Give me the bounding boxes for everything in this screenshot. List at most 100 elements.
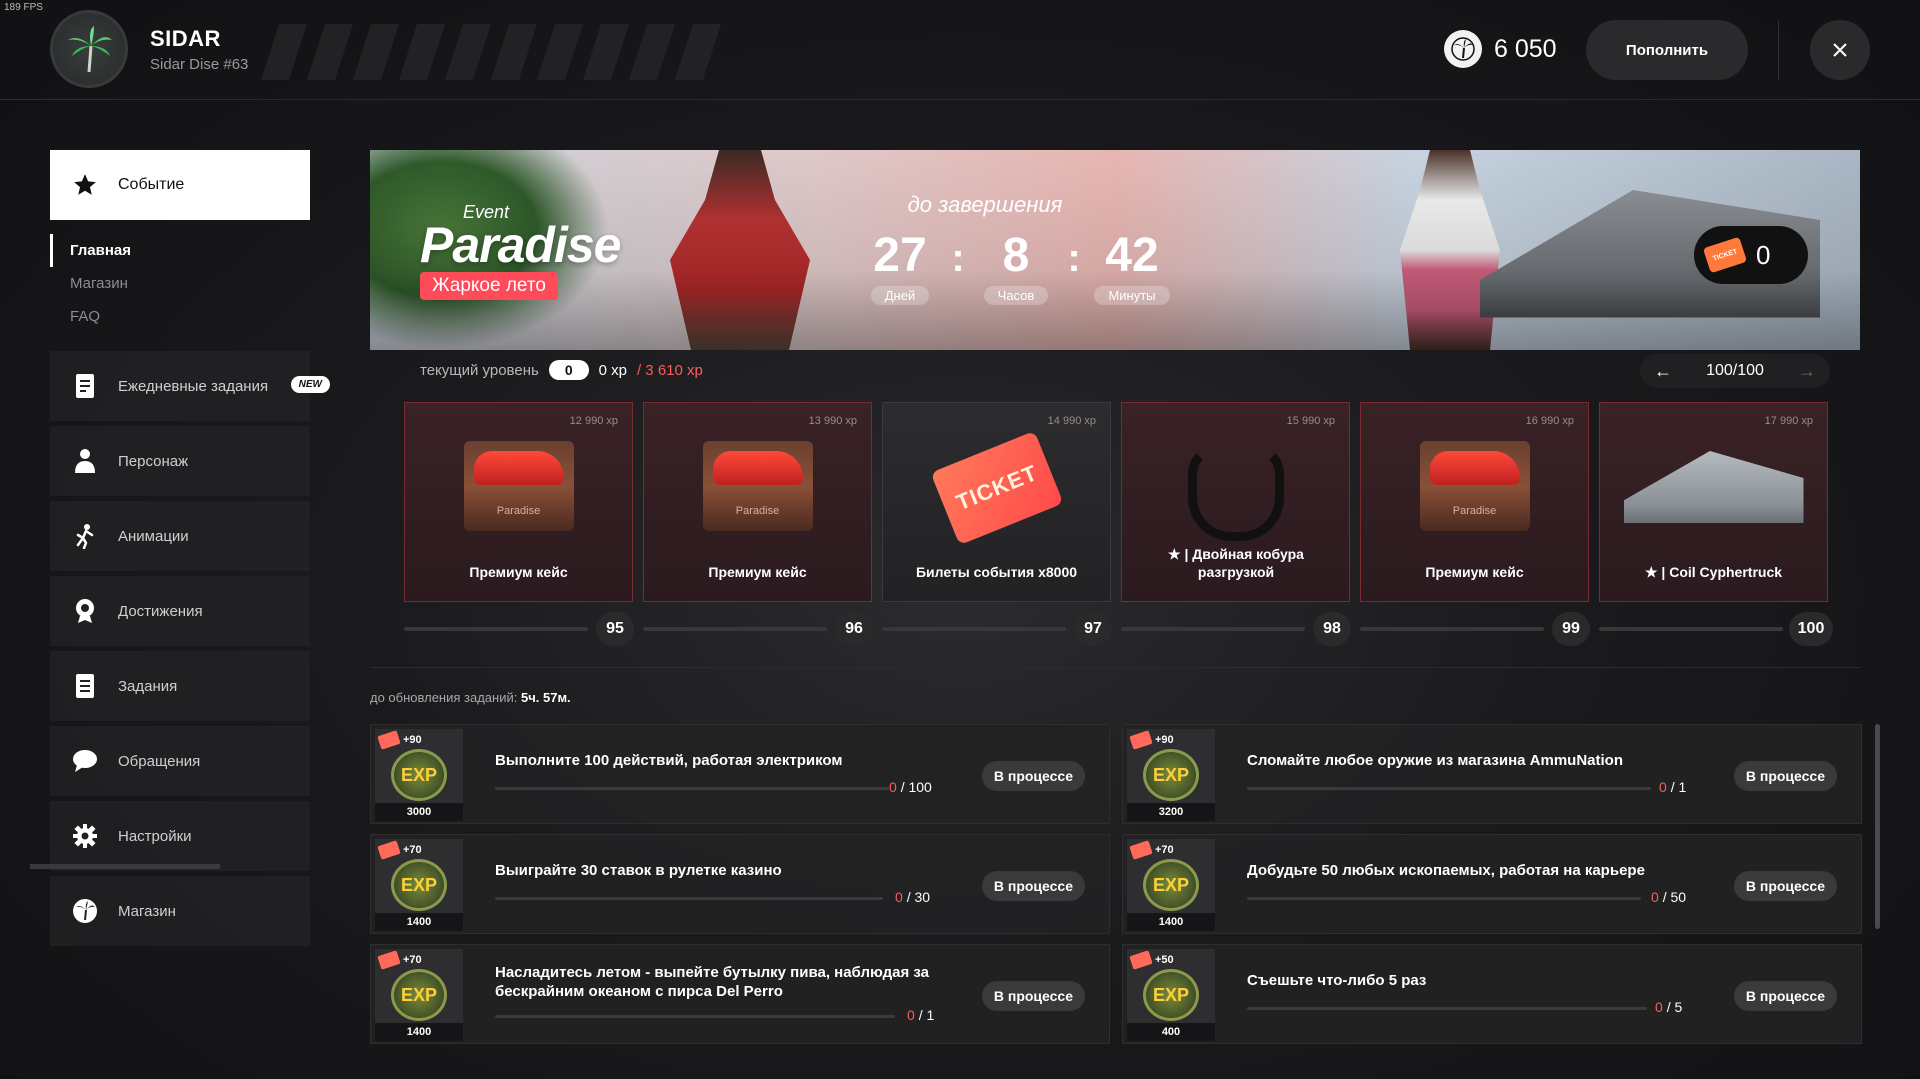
task-status-button[interactable]: В процессе [1733,871,1837,901]
task-title: Добудьте 50 любых ископаемых, работая на… [1247,862,1645,879]
ticket-icon [377,950,401,970]
palm-icon [68,26,112,73]
arrow-right-icon[interactable]: → [1798,361,1816,382]
level-value: 0 [548,360,589,380]
ticket-count: 0 [1756,239,1771,270]
close-button[interactable] [1810,20,1870,80]
character-woman-image [670,150,810,350]
dance-icon [72,523,98,549]
sidebar-item-animations[interactable]: Анимации [50,501,310,571]
ticket-icon [1129,730,1153,750]
task-status-button[interactable]: В процессе [981,981,1085,1011]
countdown-title: до завершения [907,192,1063,217]
exp-icon: EXP [1143,859,1199,911]
new-badge: NEW [290,376,330,393]
pager-value: 100/100 [1706,362,1764,379]
task-progress-bar [495,1015,895,1018]
ticket-icon: TICKET [1702,236,1748,274]
level-node: 96 [835,612,873,646]
reward-name: Премиум кейс [1425,564,1524,580]
task-progress: 0 / 50 [1651,889,1687,905]
countdown: 27 Дней : 8 Часов : 42 Минуты [860,230,1172,305]
ticket-icon [377,730,401,750]
exp-reward-badge: +70 EXP 1400 [375,839,463,931]
close-icon [1833,43,1847,57]
header-decoration [260,24,722,80]
reward-card[interactable]: 16 990 xp Paradise Премиум кейс [1360,402,1589,602]
track-segment [1121,627,1305,631]
task-title: Съешьте что-либо 5 раз [1247,972,1427,989]
sidebar: Событие Главная Магазин FAQ Ежедневные з… [50,150,330,951]
task-title: Сломайте любое оружие из магазина AmmuNa… [1247,752,1623,769]
cybertruck-image [1623,441,1804,541]
task-status-button[interactable]: В процессе [1733,761,1837,791]
task-progress-bar [495,897,883,900]
palm-coin-icon [72,898,98,924]
level-pager: ← 100/100 → [1640,354,1830,388]
reward-name: Премиум кейс [708,564,807,580]
sidebar-item-label: Ежедневные задания [118,377,269,395]
coin-balance: 6 050 [1444,30,1557,68]
task-item: +70 EXP 1400 Добудьте 50 любых ископаемы… [1122,834,1862,934]
xp-current: 0 xp [598,361,627,379]
task-status-button[interactable]: В процессе [1733,981,1837,1011]
reward-xp: 15 990 xp [1286,415,1335,427]
character-man-image [1400,150,1500,350]
header-divider [1778,20,1779,80]
task-progress-bar [495,787,889,790]
exp-amount: 1400 [375,1023,463,1041]
task-refresh-value: 5ч. 57м. [520,690,571,705]
xp-max: / 3 610 xp [636,361,703,379]
reward-card[interactable]: 14 990 xp TICKET Билеты события x8000 [882,402,1111,602]
task-refresh-label: до обновления заданий: [370,690,518,705]
chat-icon [72,748,98,774]
task-title: Насладитесь летом - выпейте бутылку пива… [495,964,929,1000]
subnav-faq[interactable]: FAQ [50,300,310,333]
task-status-button[interactable]: В процессе [981,871,1085,901]
sidebar-item-character[interactable]: Персонаж [50,426,310,496]
exp-reward-badge: +90 EXP 3000 [375,729,463,821]
countdown-hours: 8 [1002,229,1030,282]
sidebar-item-shop[interactable]: Магазин [50,876,310,946]
sidebar-item-label: Задания [118,677,178,695]
task-status-button[interactable]: В процессе [981,761,1085,791]
reward-xp: 17 990 xp [1764,415,1813,427]
countdown-separator: : [951,236,965,280]
avatar[interactable] [50,10,128,88]
subnav-shop[interactable]: Магазин [50,267,310,300]
reward-card[interactable]: 12 990 xp Paradise Премиум кейс [404,402,633,602]
ticket-bonus: +90 [403,734,422,746]
sidebar-item-achievements[interactable]: Достижения [50,576,310,646]
event-banner: Event Paradise Жаркое лето до завершения… [370,150,1860,350]
ticket-bonus: +90 [1155,734,1174,746]
reward-name: Премиум кейс [469,564,568,580]
reward-card[interactable]: 13 990 xp Paradise Премиум кейс [643,402,872,602]
subnav-main[interactable]: Главная [50,234,310,267]
sidebar-item-settings[interactable]: Настройки [50,801,310,871]
task-progress: 0 / 100 [889,779,932,795]
sidebar-item-daily-tasks[interactable]: Ежедневные задания NEW [50,351,330,421]
task-item: +70 EXP 1400 Выиграйте 30 ставок в рулет… [370,834,1110,934]
task-list-scrollbar[interactable] [1875,724,1880,929]
ticket-bonus: +70 [1155,844,1174,856]
sidebar-item-tasks[interactable]: Задания [50,651,310,721]
ticket-bonus: +70 [403,954,422,966]
reward-card[interactable]: 17 990 xp ★ | Coil Cyphertruck [1599,402,1828,602]
arrow-left-icon[interactable]: ← [1654,361,1672,382]
track-segment [404,627,588,631]
sidebar-item-tickets[interactable]: Обращения [50,726,310,796]
sidebar-item-event[interactable]: Событие [50,150,310,220]
task-item: +70 EXP 1400 Насладитесь летом - выпейте… [370,944,1110,1044]
level-node: 97 [1074,612,1112,646]
section-divider [370,667,1860,668]
event-title: Paradise [420,217,621,273]
ticket-icon [1129,840,1153,860]
reward-card[interactable]: 15 990 xp ★ | Двойная кобура разгрузкой [1121,402,1350,602]
level-track: 95 96 97 98 99 100 [404,612,1833,646]
palm-coin-icon [1444,30,1482,68]
exp-reward-badge: +50 EXP 400 [1127,949,1215,1041]
exp-icon: EXP [391,749,447,801]
reward-track: 12 990 xp Paradise Премиум кейс 13 990 x… [404,402,1828,602]
username: SIDAR [150,26,221,51]
topup-button[interactable]: Пополнить [1586,20,1748,80]
